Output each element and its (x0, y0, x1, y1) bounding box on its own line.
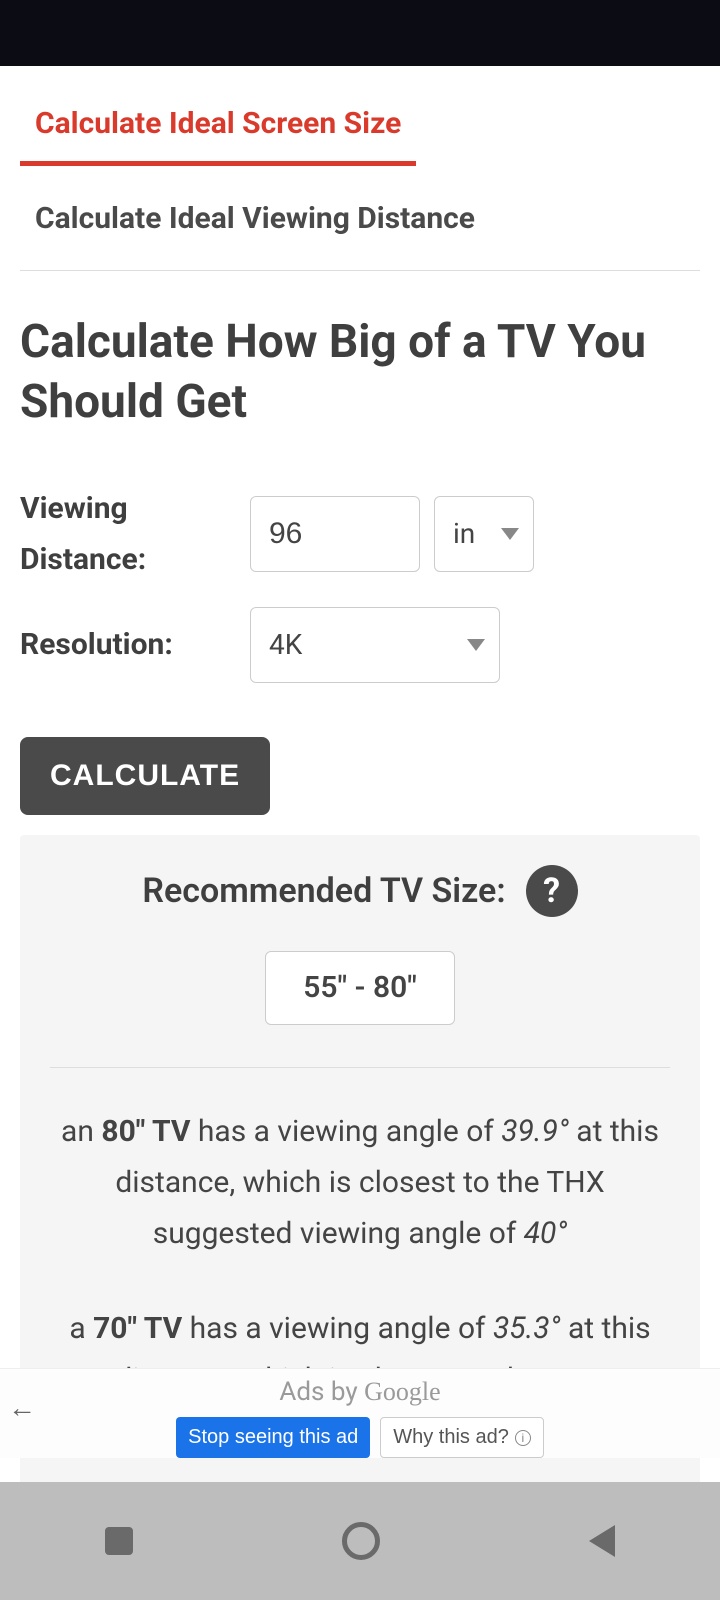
tab-viewing-distance[interactable]: Calculate Ideal Viewing Distance (20, 191, 490, 256)
back-icon[interactable] (589, 1525, 615, 1557)
resolution-select[interactable]: 4K (250, 607, 500, 683)
calculate-button[interactable]: CALCULATE (20, 737, 270, 815)
divider (20, 270, 700, 271)
explanation-1: an 80" TV has a viewing angle of 39.9° a… (50, 1106, 670, 1259)
result-title: Recommended TV Size: (142, 871, 505, 911)
stop-ad-button[interactable]: Stop seeing this ad (176, 1417, 370, 1458)
help-icon[interactable]: ? (526, 865, 578, 917)
chevron-down-icon (501, 528, 519, 540)
divider (50, 1067, 670, 1068)
resolution-label: Resolution: (20, 619, 250, 670)
recommended-size-value: 55" - 80" (265, 951, 455, 1025)
home-icon[interactable] (342, 1522, 380, 1560)
chevron-down-icon (467, 639, 485, 651)
viewing-distance-label: Viewing Distance: (20, 483, 250, 585)
info-icon: i (515, 1430, 531, 1446)
why-ad-button[interactable]: Why this ad?i (380, 1417, 544, 1458)
page-title: Calculate How Big of a TV You Should Get (20, 313, 700, 433)
unit-select[interactable]: in (434, 496, 534, 572)
tabs: Calculate Ideal Screen Size Calculate Id… (20, 66, 700, 271)
unit-selected-value: in (453, 517, 475, 550)
resolution-selected-value: 4K (269, 628, 302, 661)
back-arrow-icon[interactable]: ← (8, 1391, 36, 1424)
viewing-distance-input[interactable] (250, 496, 420, 572)
ad-banner: ← Ads by Google Stop seeing this ad Why … (0, 1368, 720, 1458)
tab-screen-size[interactable]: Calculate Ideal Screen Size (20, 96, 416, 166)
android-nav-bar (0, 1482, 720, 1600)
ad-label: Ads by Google (0, 1377, 720, 1407)
recent-apps-icon[interactable] (105, 1527, 133, 1555)
status-bar (0, 0, 720, 66)
calculator-form: Viewing Distance: in Resolution: 4K CALC… (20, 483, 700, 815)
